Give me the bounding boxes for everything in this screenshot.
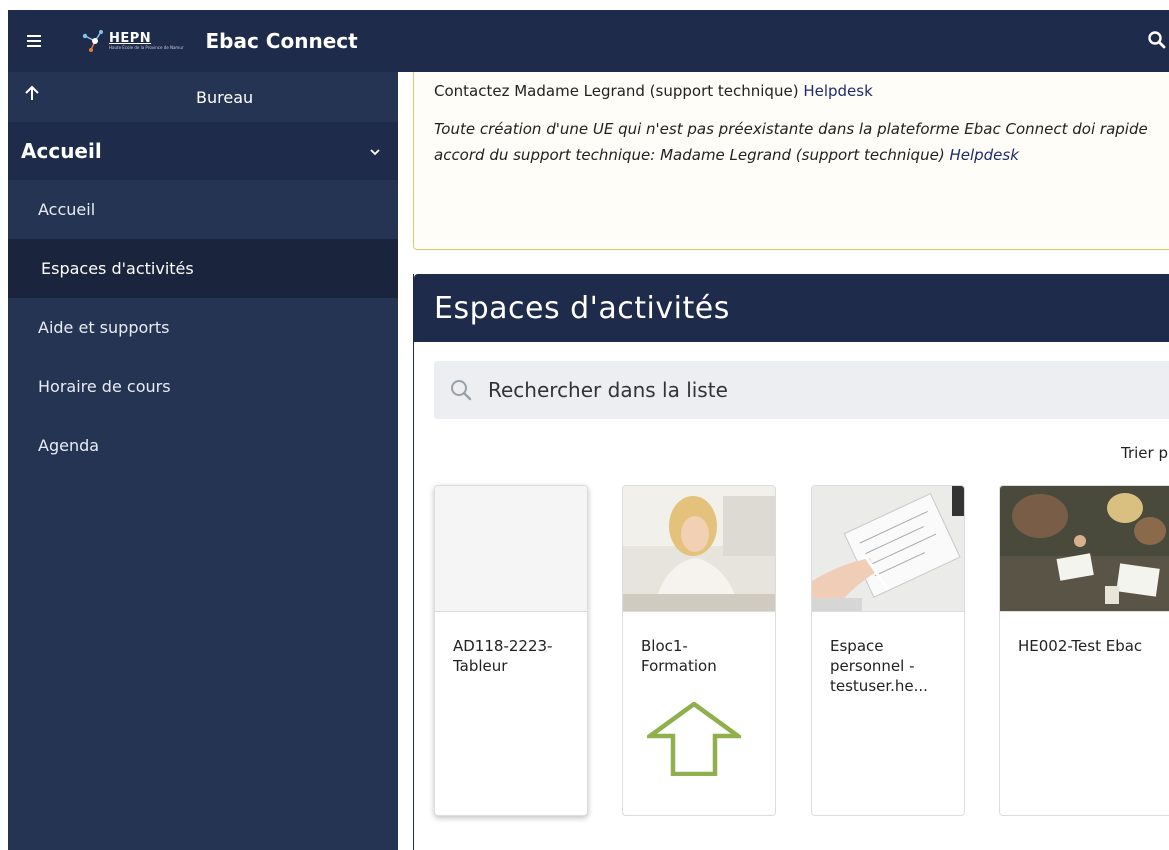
sidebar: Bureau Accueil Accueil Espaces d'activit… [8,72,398,850]
card-title: Espace personnel - testuser.he... [830,637,928,695]
course-card-ad118[interactable]: AD118-2223-Tableur [434,485,588,816]
logo[interactable]: HEPN Haute École de la Province de Namur [81,28,184,54]
sidebar-item-aide-supports[interactable]: Aide et supports [8,298,398,357]
sidebar-item-label: Agenda [38,436,100,455]
sidebar-item-label: Espaces d'activités [41,259,194,278]
woman-studying-image [623,486,775,611]
logo-subtext: Haute École de la Province de Namur [109,45,184,50]
sidebar-back-bureau[interactable]: Bureau [8,72,398,122]
panel-title: Espaces d'activités [434,290,730,326]
helpdesk-link[interactable]: Helpdesk [949,146,1018,164]
sidebar-item-label: Aide et supports [38,318,170,337]
search-icon [451,380,472,401]
course-card-espace-personnel[interactable]: Espace personnel - testuser.he... [811,485,965,816]
sidebar-item-horaire-cours[interactable]: Horaire de cours [8,357,398,416]
search-icon[interactable] [1147,30,1167,50]
search-input[interactable] [486,377,1090,403]
card-thumbnail [435,486,587,612]
arrow-up-icon [25,85,39,100]
sidebar-section-label: Accueil [21,139,102,163]
notice-text: Toute création d'une UE qui n'est pas pr… [434,120,1148,164]
top-navbar: HEPN Haute École de la Province de Namur… [8,10,1169,72]
hamburger-icon[interactable] [27,35,41,47]
app-title[interactable]: Ebac Connect [206,29,358,53]
group-study-image [1000,486,1169,611]
card-title: AD118-2223-Tableur [453,637,553,675]
sidebar-item-espaces-activites[interactable]: Espaces d'activités [8,239,398,298]
notebook-writing-image [812,486,964,611]
annotation-arrow-up-icon [647,702,741,776]
chevron-down-icon [370,149,380,156]
search-box[interactable] [434,361,1169,419]
sort-dropdown[interactable]: Trier p [1121,444,1168,462]
sidebar-item-label: Accueil [38,200,96,219]
card-thumbnail [1000,486,1169,612]
card-thumbnail [623,486,775,612]
main-content: Contactez Madame Legrand (support techni… [398,72,1169,850]
sidebar-back-label: Bureau [196,87,254,107]
sidebar-item-label: Horaire de cours [38,377,171,396]
notice-line-creation: Toute création d'une UE qui n'est pas pr… [434,116,1169,168]
card-title: Bloc1-Formation [641,637,717,675]
sidebar-item-accueil[interactable]: Accueil [8,180,398,239]
card-title: HE002-Test Ebac [1018,637,1143,655]
notice-box: Contactez Madame Legrand (support techni… [413,72,1169,250]
activity-spaces-panel: Espaces d'activités Trier p AD118-2223-T… [413,274,1169,850]
course-card-he002[interactable]: HE002-Test Ebac [999,485,1169,816]
sidebar-section-accueil[interactable]: Accueil [8,122,398,180]
notice-text: Contactez Madame Legrand (support techni… [434,82,804,100]
panel-header: Espaces d'activités [414,274,1169,342]
notice-line-contact: Contactez Madame Legrand (support techni… [434,82,873,100]
logo-text: HEPN [109,31,152,46]
sidebar-item-agenda[interactable]: Agenda [8,416,398,475]
card-thumbnail [812,486,964,612]
logo-molecule-icon [82,30,103,52]
helpdesk-link[interactable]: Helpdesk [803,82,872,100]
